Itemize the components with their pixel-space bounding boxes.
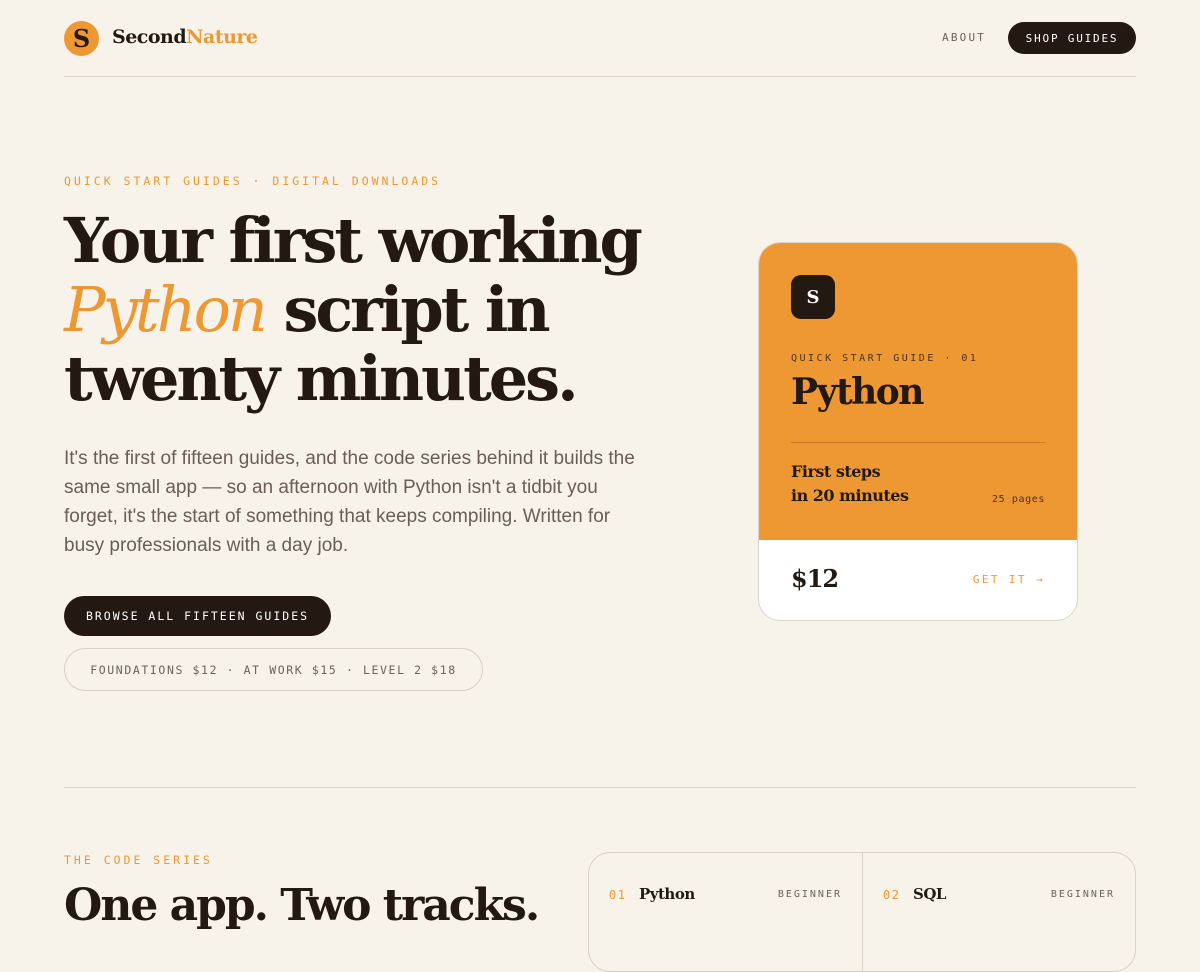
card-cover: S QUICK START GUIDE · 01 Python First st…: [759, 243, 1077, 540]
card-page-count: 25 pages: [992, 494, 1045, 505]
section-divider: [64, 787, 1136, 788]
series-guide-item[interactable]: 01 Python BEGINNER: [589, 853, 862, 971]
product-card-python[interactable]: S QUICK START GUIDE · 01 Python First st…: [758, 242, 1078, 621]
shop-guides-button[interactable]: SHOP GUIDES: [1008, 22, 1136, 54]
card-divider: [791, 442, 1045, 443]
series-eyebrow: THE CODE SERIES: [64, 853, 213, 867]
hero-headline: Your first working Python script in twen…: [64, 206, 684, 413]
headline-accent: Python: [64, 273, 268, 346]
card-eyebrow: QUICK START GUIDE · 01: [791, 353, 979, 364]
card-logo-icon: S: [791, 275, 835, 319]
guide-name: Python: [639, 885, 695, 903]
get-it-link[interactable]: GET IT →: [973, 573, 1045, 586]
card-subtitle: First steps in 20 minutes: [791, 460, 961, 508]
guide-level: BEGINNER: [1050, 889, 1115, 900]
about-link[interactable]: ABOUT: [942, 31, 986, 44]
series-guide-item[interactable]: 02 SQL BEGINNER: [862, 853, 1135, 971]
card-price: $12: [791, 564, 839, 593]
brand-name-first: Second: [112, 26, 187, 48]
headline-line-2: script in: [264, 273, 550, 346]
brand-name-second: Nature: [186, 26, 258, 48]
logo-icon[interactable]: S: [64, 21, 99, 56]
hero-eyebrow: QUICK START GUIDES · DIGITAL DOWNLOADS: [64, 174, 442, 188]
hero-description: It's the first of fifteen guides, and th…: [64, 448, 635, 556]
headline-line-3: twenty minutes.: [64, 342, 579, 415]
card-subtitle-line-2: in 20 minutes: [791, 486, 909, 505]
card-subtitle-line-1: First steps: [791, 462, 881, 481]
pricing-tiers-pill: FOUNDATIONS $12 · AT WORK $15 · LEVEL 2 …: [64, 648, 483, 691]
brand-name[interactable]: SecondNature: [112, 26, 258, 48]
top-nav: S SecondNature ABOUT SHOP GUIDES: [64, 0, 1136, 77]
guide-name: SQL: [913, 885, 946, 903]
card-title: Python: [791, 371, 924, 413]
headline-line-1: Your first working: [64, 204, 643, 277]
browse-guides-button[interactable]: BROWSE ALL FIFTEEN GUIDES: [64, 596, 331, 636]
series-heading: One app. Two tracks.: [64, 880, 540, 931]
series-guide-grid: 01 Python BEGINNER 02 SQL BEGINNER: [588, 852, 1136, 972]
guide-level: BEGINNER: [777, 889, 842, 900]
